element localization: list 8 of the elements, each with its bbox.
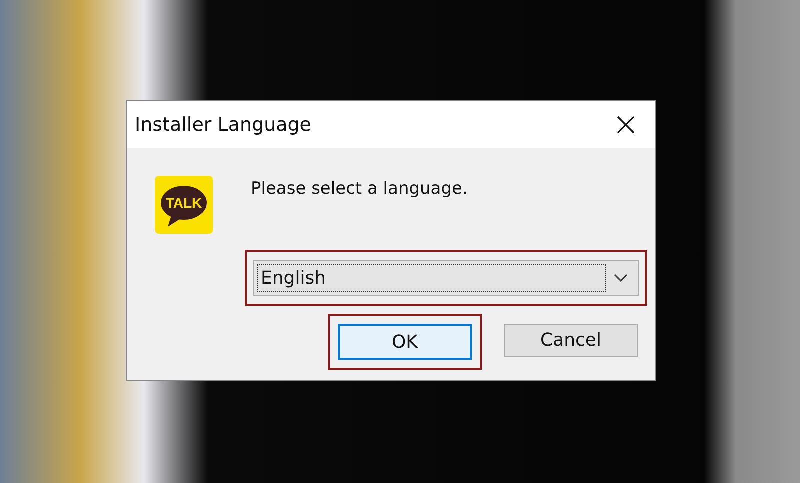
- close-icon[interactable]: [617, 116, 635, 134]
- prompt-text: Please select a language.: [251, 178, 469, 200]
- language-dropdown[interactable]: English: [253, 260, 639, 296]
- chat-bubble-logo-icon: TALK: [155, 176, 213, 234]
- chevron-down-icon: [614, 274, 628, 282]
- ok-button[interactable]: OK: [338, 324, 472, 360]
- cancel-button[interactable]: Cancel: [504, 324, 638, 357]
- window-title: Installer Language: [135, 114, 312, 136]
